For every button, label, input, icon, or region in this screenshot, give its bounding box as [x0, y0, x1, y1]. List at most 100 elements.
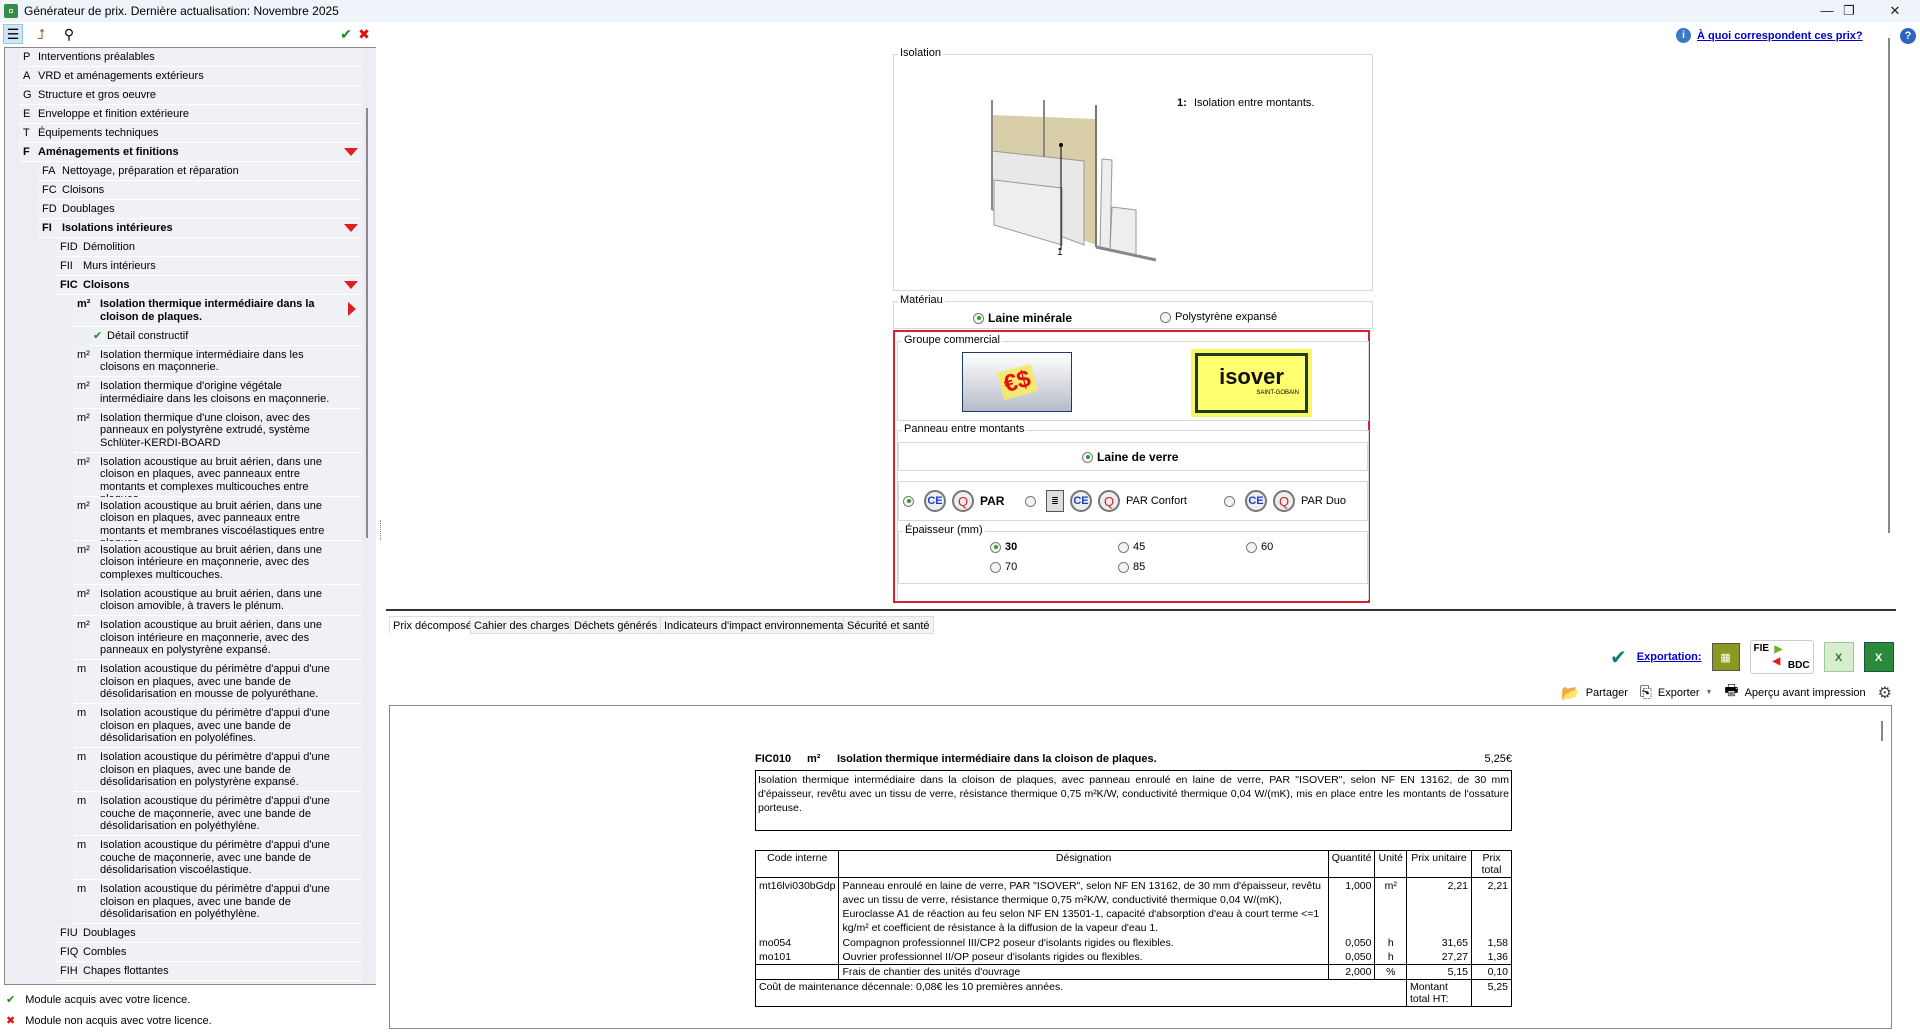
radio[interactable]	[1025, 495, 1036, 507]
list-view-icon[interactable]: ☰	[3, 24, 23, 44]
check-icon[interactable]: ✔	[336, 24, 356, 44]
tree-unit-item[interactable]: m² Isolation acoustique au bruit aérien, …	[73, 616, 362, 660]
radio-selected[interactable]	[903, 495, 914, 507]
prices-help-link[interactable]: À quoi correspondent ces prix?	[1697, 30, 1863, 42]
tree-chapter-P[interactable]: P Interventions préalables	[19, 48, 362, 67]
tree-unit-item[interactable]: m² Isolation thermique d'origine végétale…	[73, 377, 362, 409]
expanded-arrow-icon[interactable]	[344, 224, 358, 232]
report-scrollbar[interactable]	[1881, 721, 1883, 741]
expanded-arrow-icon[interactable]	[344, 148, 358, 156]
tree-unit-item[interactable]: m Isolation acoustique du périmètre d'app…	[73, 660, 362, 704]
isolation-group: Isolation 1 1: Isolation entre montants.	[893, 47, 1373, 291]
splitter-handle[interactable]	[380, 520, 382, 540]
radio-selected[interactable]	[973, 312, 984, 324]
epaisseur-60[interactable]: 60	[1246, 541, 1273, 553]
tree-unit-item[interactable]: m Isolation acoustique du périmètre d'app…	[73, 704, 362, 748]
tree-chapter-A[interactable]: A VRD et aménagements extérieurs	[19, 67, 362, 86]
item-label: Isolation acoustique au bruit aérien, da…	[100, 587, 322, 613]
app-icon: ¤	[4, 4, 18, 18]
tree-section-FI[interactable]: FI Isolations intérieures	[38, 219, 362, 238]
radio-selected[interactable]	[1082, 451, 1093, 463]
panneau-type-laine-de-verre[interactable]: Laine de verre	[1082, 450, 1178, 464]
main-scrollbar[interactable]	[1888, 38, 1890, 533]
isover-brand-button[interactable]: isover SAINT-GOBAIN	[1191, 349, 1312, 417]
tree-unit-item[interactable]: m Isolation acoustique du périmètre d'app…	[73, 748, 362, 792]
item-label: Isolation acoustique au bruit aérien, da…	[100, 543, 322, 581]
product-option-par-duo[interactable]: CE Q PAR Duo	[1224, 490, 1346, 512]
cross-icon[interactable]: ✖	[354, 24, 374, 44]
help-icon[interactable]: ?	[1900, 28, 1916, 44]
tree-unit-item[interactable]: m² Isolation acoustique au bruit aérien, …	[73, 540, 362, 585]
generic-price-button[interactable]: €$	[962, 352, 1072, 412]
radio-selected[interactable]	[990, 541, 1001, 553]
tab-1[interactable]: Prix décomposé	[389, 616, 476, 634]
panel-divider[interactable]	[386, 609, 1896, 611]
tree-scrollbar[interactable]	[366, 108, 368, 538]
tree-subsection-FIQ[interactable]: FIQ Combles	[56, 943, 362, 962]
excel-light-icon[interactable]: X	[1823, 642, 1854, 672]
selected-arrow-icon[interactable]	[348, 302, 356, 316]
binoculars-search-icon[interactable]: ⚲	[59, 24, 79, 44]
radio[interactable]	[1118, 561, 1129, 573]
item-label: Équipements techniques	[38, 127, 159, 139]
tree-unit-item[interactable]: m Isolation acoustique du périmètre d'app…	[73, 792, 362, 836]
epaisseur-70[interactable]: 70	[990, 561, 1017, 573]
tree-unit-item[interactable]: m² Isolation thermique d'une cloison, ave…	[73, 408, 362, 453]
product-option-par[interactable]: CE Q PAR	[903, 490, 1004, 512]
tab-2[interactable]: Cahier des charges	[470, 616, 574, 634]
tree-unit-item[interactable]: m² Isolation acoustique au bruit aérien, …	[73, 496, 362, 549]
tree-subsection-FID[interactable]: FID Démolition	[56, 238, 362, 257]
tab-4[interactable]: Indicateurs d'impact environnemental	[660, 616, 850, 634]
tree-subsection-FII[interactable]: FII Murs intérieurs	[56, 257, 362, 276]
exporter-dropdown[interactable]: Exporter	[1658, 687, 1700, 699]
radio[interactable]	[990, 561, 1001, 573]
tree-chapter-F[interactable]: F Aménagements et finitions	[19, 143, 362, 162]
tree-section-FC[interactable]: FC Cloisons	[38, 181, 362, 200]
tree-subsection-FIP[interactable]: FIPParquets flottants	[56, 981, 362, 985]
tree-section-FD[interactable]: FD Doublages	[38, 200, 362, 219]
tree-subsection-FIC[interactable]: FIC Cloisons	[56, 276, 362, 295]
tree-subsection-FIH[interactable]: FIH Chapes flottantes	[56, 962, 362, 981]
restore-button[interactable]: ❐	[1826, 0, 1872, 22]
materiau-option-polystyrene[interactable]: Polystyrène expansé	[1160, 311, 1277, 323]
tree-unit-item[interactable]: m² Isolation thermique intermédiaire dans…	[73, 295, 362, 327]
excel-icon[interactable]: X	[1863, 642, 1894, 672]
tab-5[interactable]: Sécurité et santé	[843, 616, 934, 634]
tree-chapter-E[interactable]: E Enveloppe et finition extérieure	[19, 105, 362, 124]
tree-chapter-T[interactable]: T Équipements techniques	[19, 124, 362, 143]
tab-3[interactable]: Déchets générés	[570, 616, 662, 634]
epaisseur-85[interactable]: 85	[1118, 561, 1145, 573]
radio[interactable]	[1160, 311, 1171, 323]
unit-measure: m²	[807, 753, 821, 765]
up-level-icon[interactable]: ⮥	[31, 24, 51, 44]
close-button[interactable]: ✕	[1872, 0, 1918, 22]
option-label: 60	[1261, 541, 1274, 553]
share-button[interactable]: Partager	[1586, 687, 1628, 699]
radio[interactable]	[1118, 541, 1129, 553]
tree-unit-item[interactable]: m Isolation acoustique du périmètre d'app…	[73, 836, 362, 880]
tree-unit-item[interactable]: m² Isolation acoustique au bruit aérien, …	[73, 584, 362, 616]
materiau-option-laine-minerale[interactable]: Laine minérale	[973, 311, 1072, 325]
tree-subsection-FIU[interactable]: FIU Doublages	[56, 924, 362, 943]
cell-qty: 0,050	[1327, 950, 1376, 965]
export-link[interactable]: Exportation:	[1637, 651, 1702, 663]
chevron-down-icon[interactable]: ▼	[1705, 689, 1712, 696]
epaisseur-45[interactable]: 45	[1118, 541, 1145, 553]
calculator-export-icon[interactable]: ▦	[1711, 643, 1740, 671]
radio[interactable]	[1246, 541, 1257, 553]
settings-gear-icon[interactable]: ⚙	[1878, 683, 1892, 703]
radio[interactable]	[1224, 495, 1235, 507]
tree-unit-item[interactable]: m Isolation acoustique du périmètre d'app…	[73, 880, 362, 924]
tree-unit-item[interactable]: m² Isolation acoustique au bruit aérien, …	[73, 452, 362, 505]
tree-section-FA[interactable]: FA Nettoyage, préparation et réparation	[38, 162, 362, 181]
item-code: FIP	[56, 984, 83, 985]
print-preview-button[interactable]: Aperçu avant impression	[1745, 687, 1866, 699]
epaisseur-30[interactable]: 30	[990, 541, 1017, 553]
product-option-par-confort[interactable]: ≣ CE Q PAR Confort	[1025, 490, 1187, 512]
fie-bdc-export-button[interactable]: FIE ▶ ◀ BDC	[1749, 640, 1814, 674]
tree-chapter-G[interactable]: G Structure et gros oeuvre	[19, 86, 362, 105]
expanded-arrow-icon[interactable]	[344, 281, 358, 289]
tree-unit-item[interactable]: m² Isolation thermique intermédiaire dans…	[73, 345, 362, 377]
cell-designation: Compagnon professionnel III/CP2 poseur d…	[838, 936, 1329, 950]
tree-detail-constructif[interactable]: ✔ Détail constructif	[89, 326, 362, 346]
